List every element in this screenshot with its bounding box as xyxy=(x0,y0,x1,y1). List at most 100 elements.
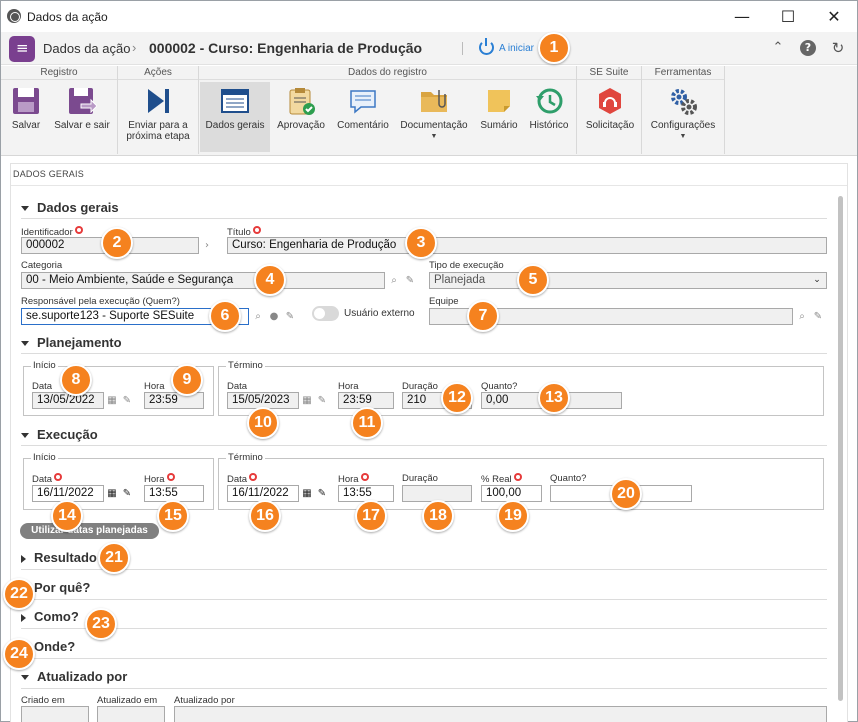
panel-title: DADOS GERAIS xyxy=(13,169,84,179)
annotation-badge: 14 xyxy=(51,500,83,532)
expand-right-icon xyxy=(21,613,26,622)
section-label: Atualizado por xyxy=(37,669,128,684)
clear-icon[interactable]: ✎ xyxy=(403,273,417,288)
record-title: 000002 - Curso: Engenharia de Produção xyxy=(149,40,423,56)
calendar-icon[interactable]: ▦ xyxy=(105,486,119,501)
calendar-icon[interactable]: ▦ xyxy=(105,393,119,408)
section-como[interactable]: Como? xyxy=(21,609,79,624)
refresh-icon[interactable]: ↻ xyxy=(830,40,846,56)
configuracoes-label: Configurações xyxy=(650,120,716,131)
search-icon[interactable]: ⌕ xyxy=(387,273,401,288)
section-dados-gerais[interactable]: Dados gerais xyxy=(21,200,119,215)
inicio-label: Início xyxy=(31,360,58,371)
tab-sumario[interactable]: Sumário xyxy=(475,82,523,152)
chevron-down-icon[interactable]: ⌄ xyxy=(810,273,824,288)
chevron-right-icon[interactable]: › xyxy=(200,238,214,253)
divider xyxy=(21,599,827,600)
section-execucao[interactable]: Execução xyxy=(21,427,98,442)
section-resultado[interactable]: Resultado xyxy=(21,550,97,565)
atualizado-em-field[interactable] xyxy=(97,706,165,722)
tipo-execucao-select[interactable]: Planejada xyxy=(429,272,827,289)
comentario-label: Comentário xyxy=(337,120,389,131)
clear-icon[interactable]: ✎ xyxy=(120,486,134,501)
tab-documentacao[interactable]: Documentação ▼ xyxy=(398,82,470,152)
vertical-scrollbar[interactable] xyxy=(835,188,845,708)
annotation-badge: 12 xyxy=(441,382,473,414)
calendar-icon[interactable]: ▦ xyxy=(300,486,314,501)
scrollbar-thumb[interactable] xyxy=(838,196,843,701)
group-divider xyxy=(724,66,725,154)
expand-down-icon xyxy=(21,675,29,681)
section-label: Planejamento xyxy=(37,335,122,350)
required-icon xyxy=(513,473,522,481)
required-icon xyxy=(249,473,258,481)
duracao-label: Duração xyxy=(402,473,438,484)
configuracoes-button[interactable]: Configurações ▼ xyxy=(646,82,720,152)
required-icon xyxy=(166,473,175,481)
calendar-icon[interactable]: ▦ xyxy=(300,393,314,408)
solicitacao-button[interactable]: Solicitação xyxy=(581,82,639,152)
label-text: % Real xyxy=(481,474,512,485)
group-label-se-suite: SE Suite xyxy=(577,66,641,80)
collapse-up-icon[interactable]: ⌃ xyxy=(770,40,786,56)
section-label: Onde? xyxy=(34,639,76,654)
clear-icon[interactable]: ✎ xyxy=(315,393,329,408)
send-next-step-label-1: Enviar para a xyxy=(128,120,188,131)
exec-termino-hora-field[interactable]: 13:55 xyxy=(338,485,394,502)
search-icon[interactable]: ⌕ xyxy=(251,309,265,324)
use-planned-dates-button[interactable]: Utilizar datas planejadas xyxy=(20,523,159,539)
required-icon xyxy=(74,226,83,234)
expand-down-icon xyxy=(21,206,29,212)
maximize-button[interactable]: ☐ xyxy=(765,1,811,32)
user-icon[interactable]: ● xyxy=(267,309,281,324)
expand-down-icon xyxy=(21,341,29,347)
power-icon xyxy=(479,38,494,55)
criado-em-field[interactable] xyxy=(21,706,89,722)
save-button[interactable]: Salvar xyxy=(5,82,47,152)
titulo-field[interactable]: Curso: Engenharia de Produção xyxy=(227,237,827,254)
comment-icon xyxy=(348,86,378,116)
atualizado-por-field[interactable] xyxy=(174,706,827,722)
clear-icon[interactable]: ✎ xyxy=(811,309,825,324)
help-icon[interactable]: ? xyxy=(800,40,816,56)
tipo-execucao-label: Tipo de execução xyxy=(429,260,504,271)
label-text: Hora xyxy=(144,474,165,485)
categoria-field[interactable]: 00 - Meio Ambiente, Saúde e Segurança xyxy=(21,272,385,289)
close-button[interactable]: ✕ xyxy=(811,1,857,32)
send-next-step-label-2: próxima etapa xyxy=(126,131,190,142)
hora-label: Hora xyxy=(144,473,175,485)
annotation-badge: 5 xyxy=(517,264,549,296)
tab-comentario[interactable]: Comentário xyxy=(332,82,394,152)
plan-inicio-data-field[interactable]: 13/05/2022 xyxy=(32,392,104,409)
clear-icon[interactable]: ✎ xyxy=(120,393,134,408)
data-label: Data xyxy=(32,473,63,485)
data-label: Data xyxy=(227,473,258,485)
tab-historico[interactable]: Histórico xyxy=(525,82,573,152)
section-atualizado-por[interactable]: Atualizado por xyxy=(21,669,127,684)
hora-label: Hora xyxy=(338,381,359,392)
expand-right-icon xyxy=(21,554,26,563)
section-planejamento[interactable]: Planejamento xyxy=(21,335,122,350)
annotation-badge: 9 xyxy=(171,364,203,396)
tab-dados-gerais[interactable]: Dados gerais xyxy=(200,82,270,152)
section-label: Como? xyxy=(34,609,79,624)
window-title: Dados da ação xyxy=(27,10,108,24)
send-next-step-button[interactable]: Enviar para a próxima etapa xyxy=(122,82,194,152)
annotation-badge: 4 xyxy=(254,264,286,296)
tab-aprovacao[interactable]: Aprovação xyxy=(274,82,328,152)
save-label: Salvar xyxy=(11,120,41,131)
usuario-externo-toggle[interactable] xyxy=(312,306,339,321)
action-logo-icon xyxy=(9,36,35,62)
clear-icon[interactable]: ✎ xyxy=(283,309,297,324)
save-and-exit-button[interactable]: Salvar e sair xyxy=(51,82,113,152)
search-icon[interactable]: ⌕ xyxy=(795,309,809,324)
status-label: A iniciar xyxy=(499,43,535,54)
required-icon xyxy=(360,473,369,481)
annotation-badge: 16 xyxy=(249,500,281,532)
annotation-badge: 10 xyxy=(247,407,279,439)
clear-icon[interactable]: ✎ xyxy=(315,486,329,501)
breadcrumb[interactable]: Dados da ação xyxy=(43,41,130,56)
plan-inicio-hora-field[interactable]: 23:59 xyxy=(144,392,204,409)
data-label: Data xyxy=(32,381,53,392)
minimize-button[interactable]: — xyxy=(719,1,765,32)
